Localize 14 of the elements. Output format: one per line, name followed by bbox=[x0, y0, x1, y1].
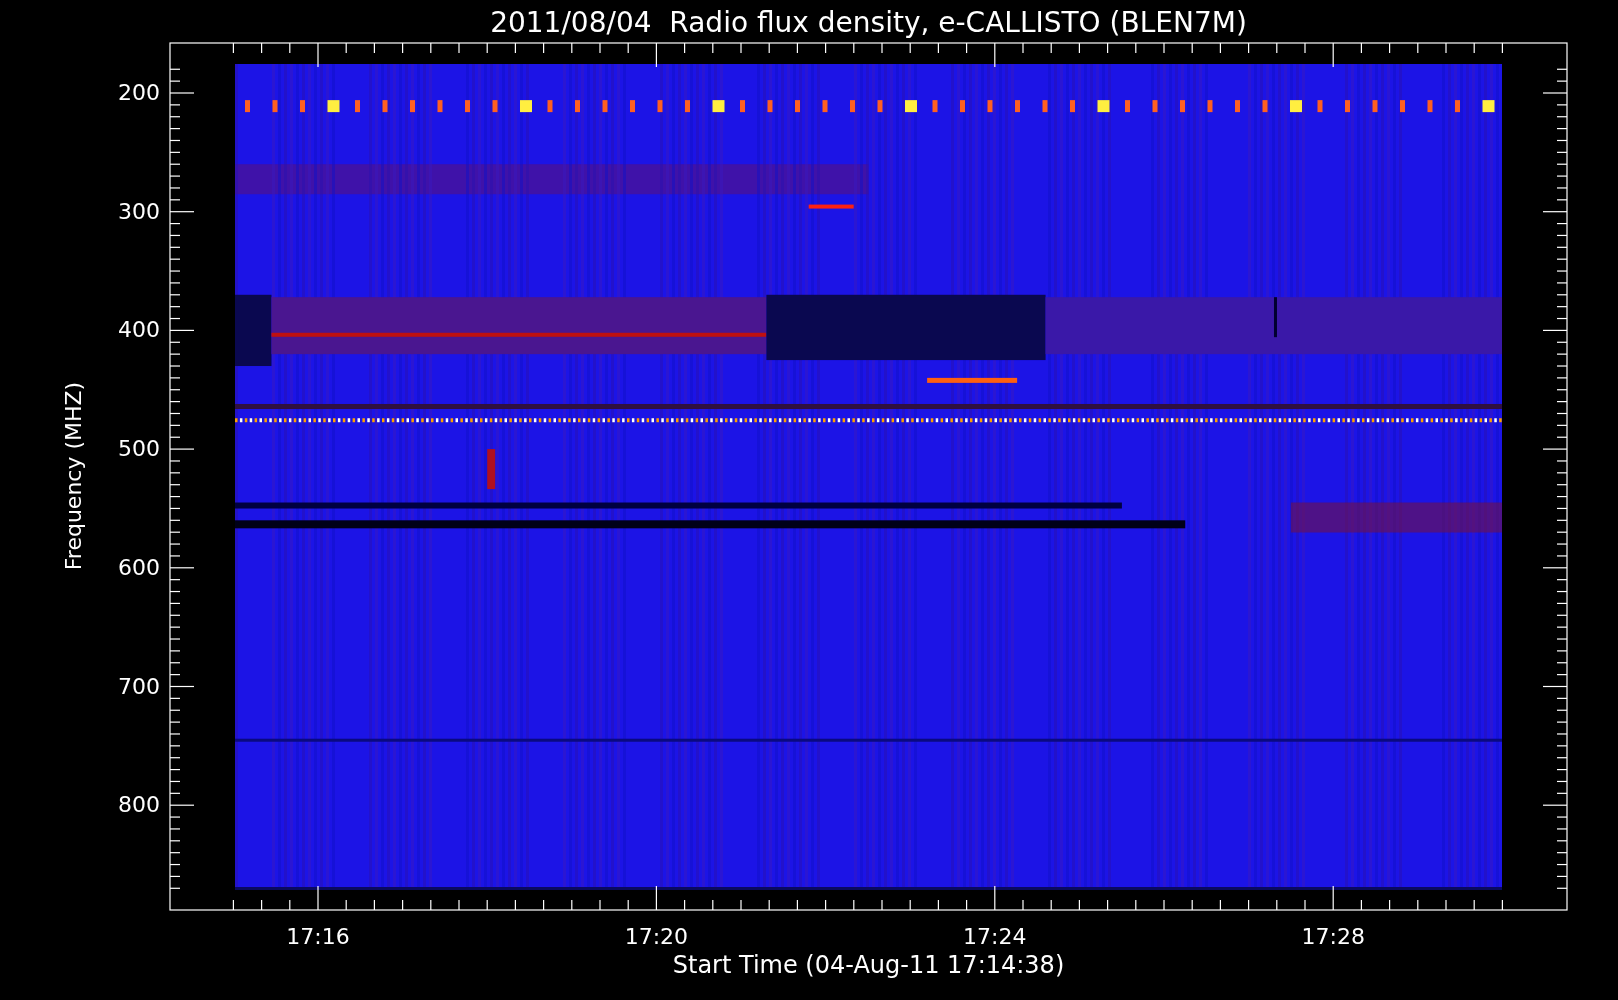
y-tick-label: 200 bbox=[117, 80, 160, 106]
x-tick-label: 17:20 bbox=[623, 924, 690, 950]
x-tick-label: 17:16 bbox=[285, 924, 351, 950]
y-axis-label: Frequency (MHZ) bbox=[61, 381, 87, 571]
y-tick-label: 700 bbox=[117, 673, 160, 700]
y-tick-label: 600 bbox=[117, 554, 160, 581]
y-tick-label: 500 bbox=[117, 436, 160, 463]
y-tick-label: 800 bbox=[117, 792, 160, 819]
y-tick-label: 400 bbox=[117, 317, 160, 344]
y-tick-label: 300 bbox=[117, 198, 160, 225]
x-axis-label: Start Time (04-Aug-11 17:14:38) bbox=[671, 950, 1066, 980]
x-tick-label: 17:28 bbox=[1300, 924, 1366, 950]
chart-title: 2011/08/04 Radio flux density, e-CALLISTO (BLEN7M) bbox=[489, 5, 1248, 41]
x-tick-label: 17:24 bbox=[962, 924, 1028, 950]
